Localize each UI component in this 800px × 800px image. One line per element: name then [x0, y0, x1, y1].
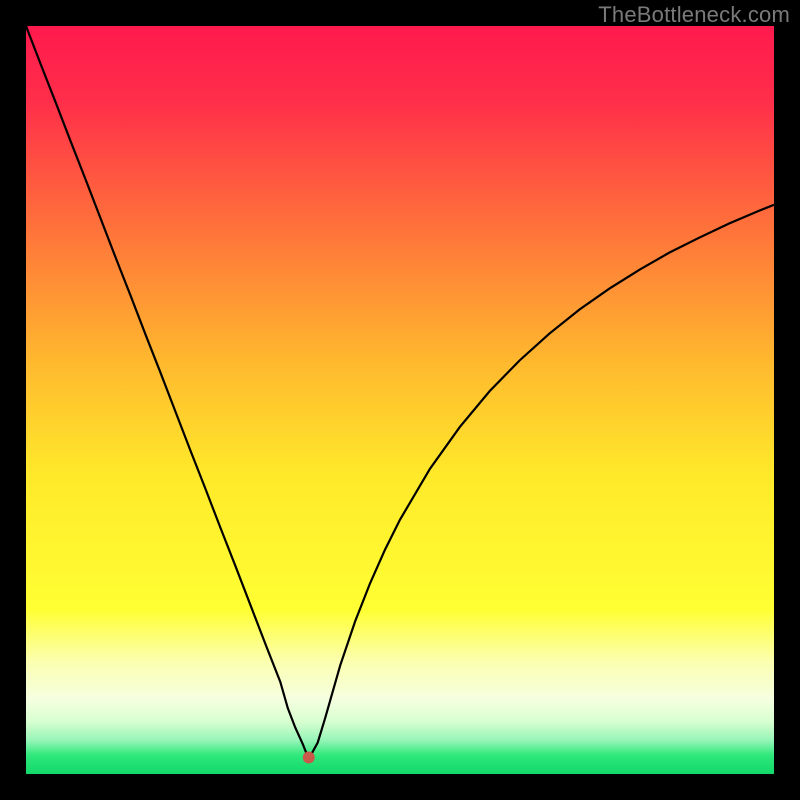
watermark-text: TheBottleneck.com	[598, 2, 790, 28]
chart-frame	[26, 26, 774, 774]
curve-min-marker	[303, 752, 315, 764]
bottleneck-chart	[26, 26, 774, 774]
chart-background	[26, 26, 774, 774]
